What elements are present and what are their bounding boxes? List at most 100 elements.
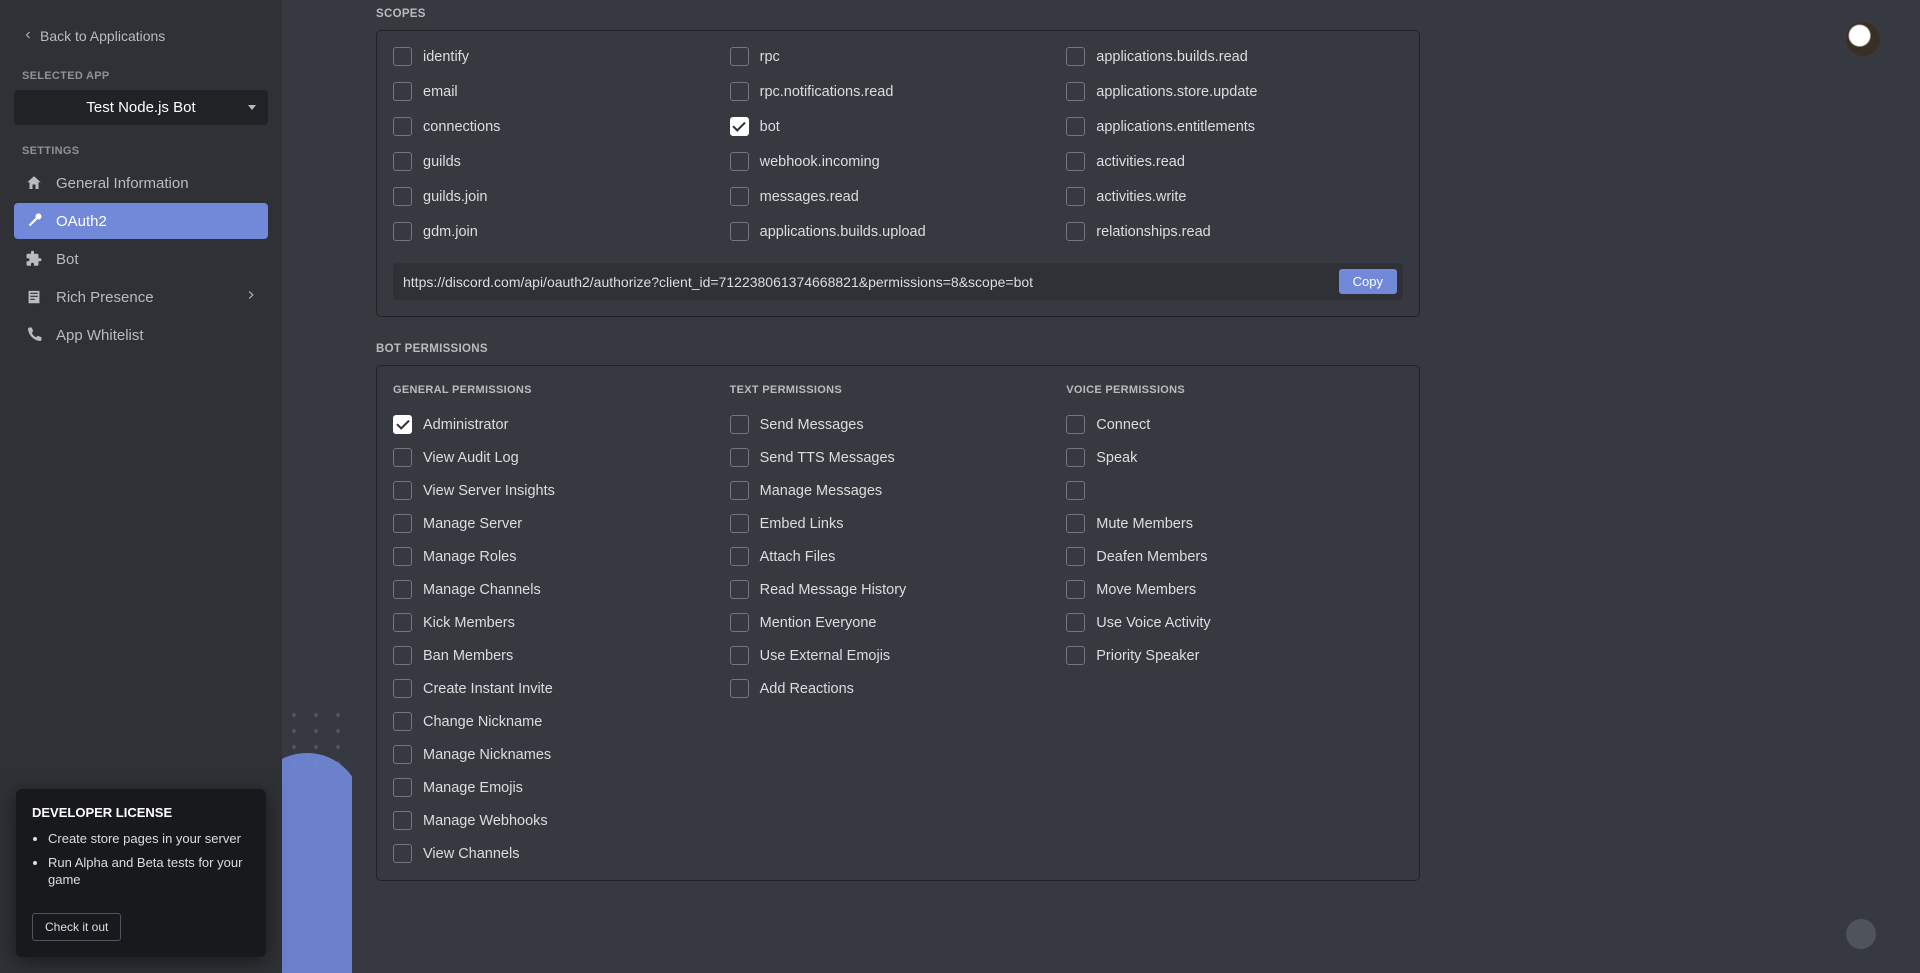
checkbox-icon — [1066, 82, 1085, 101]
chevron-right-icon — [244, 288, 258, 306]
sidebar-item-oauth2[interactable]: OAuth2 — [14, 203, 268, 239]
permission-checkbox-view-channels[interactable]: View Channels — [393, 837, 730, 870]
scope-checkbox-activities-read[interactable]: activities.read — [1066, 144, 1403, 179]
checkbox-label: Manage Server — [423, 516, 522, 532]
permission-checkbox-manage-server[interactable]: Manage Server — [393, 507, 730, 540]
sidebar-item-general-information[interactable]: General Information — [14, 165, 268, 201]
permission-checkbox-use-voice-activity[interactable]: Use Voice Activity — [1066, 606, 1403, 639]
content-area: Scopes identifyrpcapplications.builds.re… — [282, 0, 1920, 973]
checkbox-icon — [393, 514, 412, 533]
checkbox-icon — [393, 222, 412, 241]
sidebar-item-label: Bot — [56, 251, 79, 268]
scope-checkbox-relationships-read[interactable]: relationships.read — [1066, 214, 1403, 249]
permission-checkbox-manage-webhooks[interactable]: Manage Webhooks — [393, 804, 730, 837]
checkbox-label: Send Messages — [760, 417, 864, 433]
permission-checkbox-manage-emojis[interactable]: Manage Emojis — [393, 771, 730, 804]
permission-checkbox-embed-links[interactable]: Embed Links — [730, 507, 1067, 540]
permission-checkbox-ban-members[interactable]: Ban Members — [393, 639, 730, 672]
permission-checkbox-view-server-insights[interactable]: View Server Insights — [393, 474, 730, 507]
permission-checkbox-priority-speaker[interactable]: Priority Speaker — [1066, 639, 1403, 672]
scope-checkbox-webhook-incoming[interactable]: webhook.incoming — [730, 144, 1067, 179]
avatar[interactable] — [1846, 22, 1880, 56]
scope-checkbox-applications-entitlements[interactable]: applications.entitlements — [1066, 109, 1403, 144]
permission-checkbox-administrator[interactable]: Administrator — [393, 408, 730, 441]
oauth-url-field[interactable] — [403, 274, 1339, 290]
help-fab[interactable] — [1846, 919, 1876, 949]
scope-checkbox-email[interactable]: email — [393, 74, 730, 109]
checkbox-icon — [1066, 47, 1085, 66]
permission-checkbox-connect[interactable]: Connect — [1066, 408, 1403, 441]
permission-checkbox-move-members[interactable]: Move Members — [1066, 573, 1403, 606]
check-it-out-button[interactable]: Check it out — [32, 913, 121, 941]
sidebar-item-app-whitelist[interactable]: App Whitelist — [14, 317, 268, 353]
back-to-applications-link[interactable]: Back to Applications — [14, 22, 268, 50]
checkbox-icon — [730, 613, 749, 632]
checkbox-label: Manage Webhooks — [423, 813, 548, 829]
checkbox-icon — [393, 712, 412, 731]
scope-checkbox-applications-store-update[interactable]: applications.store.update — [1066, 74, 1403, 109]
scope-checkbox-gdm-join[interactable]: gdm.join — [393, 214, 730, 249]
sidebar-item-label: General Information — [56, 175, 189, 192]
scope-checkbox-activities-write[interactable]: activities.write — [1066, 179, 1403, 214]
permission-checkbox-create-instant-invite[interactable]: Create Instant Invite — [393, 672, 730, 705]
permission-checkbox-deafen-members[interactable]: Deafen Members — [1066, 540, 1403, 573]
scope-checkbox-bot[interactable]: bot — [730, 109, 1067, 144]
checkbox-icon — [1066, 547, 1085, 566]
checkbox-icon — [393, 47, 412, 66]
permission-checkbox-kick-members[interactable]: Kick Members — [393, 606, 730, 639]
checkbox-icon — [1066, 415, 1085, 434]
arrow-left-icon — [22, 28, 34, 44]
copy-button[interactable]: Copy — [1339, 269, 1397, 294]
scope-checkbox-messages-read[interactable]: messages.read — [730, 179, 1067, 214]
checkbox-icon — [1066, 613, 1085, 632]
permission-checkbox-mention-everyone[interactable]: Mention Everyone — [730, 606, 1067, 639]
scope-checkbox-applications-builds-read[interactable]: applications.builds.read — [1066, 39, 1403, 74]
scope-checkbox-rpc[interactable]: rpc — [730, 39, 1067, 74]
scope-checkbox-identify[interactable]: identify — [393, 39, 730, 74]
checkbox-icon — [730, 481, 749, 500]
permission-checkbox-manage-channels[interactable]: Manage Channels — [393, 573, 730, 606]
checkbox-label: Send TTS Messages — [760, 450, 895, 466]
permission-checkbox-attach-files[interactable]: Attach Files — [730, 540, 1067, 573]
checkbox-icon — [393, 415, 412, 434]
sidebar-item-rich-presence[interactable]: Rich Presence — [14, 279, 268, 315]
permission-checkbox-send-tts-messages[interactable]: Send TTS Messages — [730, 441, 1067, 474]
bot-permissions-panel: General PermissionsAdministratorView Aud… — [376, 365, 1420, 881]
permission-checkbox-blank[interactable] — [1066, 474, 1403, 507]
permission-checkbox-send-messages[interactable]: Send Messages — [730, 408, 1067, 441]
checkbox-icon — [393, 448, 412, 467]
permission-checkbox-view-audit-log[interactable]: View Audit Log — [393, 441, 730, 474]
checkbox-icon — [730, 514, 749, 533]
checkbox-label: Speak — [1096, 450, 1137, 466]
checkbox-label: View Channels — [423, 846, 519, 862]
oauth-url-row: Copy — [393, 263, 1403, 300]
scope-checkbox-connections[interactable]: connections — [393, 109, 730, 144]
permission-checkbox-speak[interactable]: Speak — [1066, 441, 1403, 474]
scope-checkbox-rpc-notifications-read[interactable]: rpc.notifications.read — [730, 74, 1067, 109]
scope-checkbox-applications-builds-upload[interactable]: applications.builds.upload — [730, 214, 1067, 249]
settings-heading: Settings — [22, 145, 260, 157]
sidebar-item-bot[interactable]: Bot — [14, 241, 268, 277]
permission-checkbox-change-nickname[interactable]: Change Nickname — [393, 705, 730, 738]
checkbox-icon — [393, 82, 412, 101]
scope-checkbox-guilds[interactable]: guilds — [393, 144, 730, 179]
permission-checkbox-manage-messages[interactable]: Manage Messages — [730, 474, 1067, 507]
permission-checkbox-add-reactions[interactable]: Add Reactions — [730, 672, 1067, 705]
home-icon — [24, 173, 44, 193]
checkbox-label: Ban Members — [423, 648, 513, 664]
checkbox-label: identify — [423, 49, 469, 65]
checkbox-icon — [1066, 222, 1085, 241]
checkbox-label: View Audit Log — [423, 450, 519, 466]
permission-column: Voice PermissionsConnectSpeakMute Member… — [1066, 384, 1403, 870]
scope-checkbox-guilds-join[interactable]: guilds.join — [393, 179, 730, 214]
selected-app-name: Test Node.js Bot — [86, 99, 195, 116]
permission-checkbox-manage-nicknames[interactable]: Manage Nicknames — [393, 738, 730, 771]
sidebar-item-label: OAuth2 — [56, 213, 107, 230]
app-selector[interactable]: Test Node.js Bot — [14, 90, 268, 125]
permission-checkbox-read-message-history[interactable]: Read Message History — [730, 573, 1067, 606]
checkbox-label: Embed Links — [760, 516, 844, 532]
permission-checkbox-manage-roles[interactable]: Manage Roles — [393, 540, 730, 573]
checkbox-icon — [1066, 448, 1085, 467]
permission-checkbox-use-external-emojis[interactable]: Use External Emojis — [730, 639, 1067, 672]
permission-checkbox-mute-members[interactable]: Mute Members — [1066, 507, 1403, 540]
